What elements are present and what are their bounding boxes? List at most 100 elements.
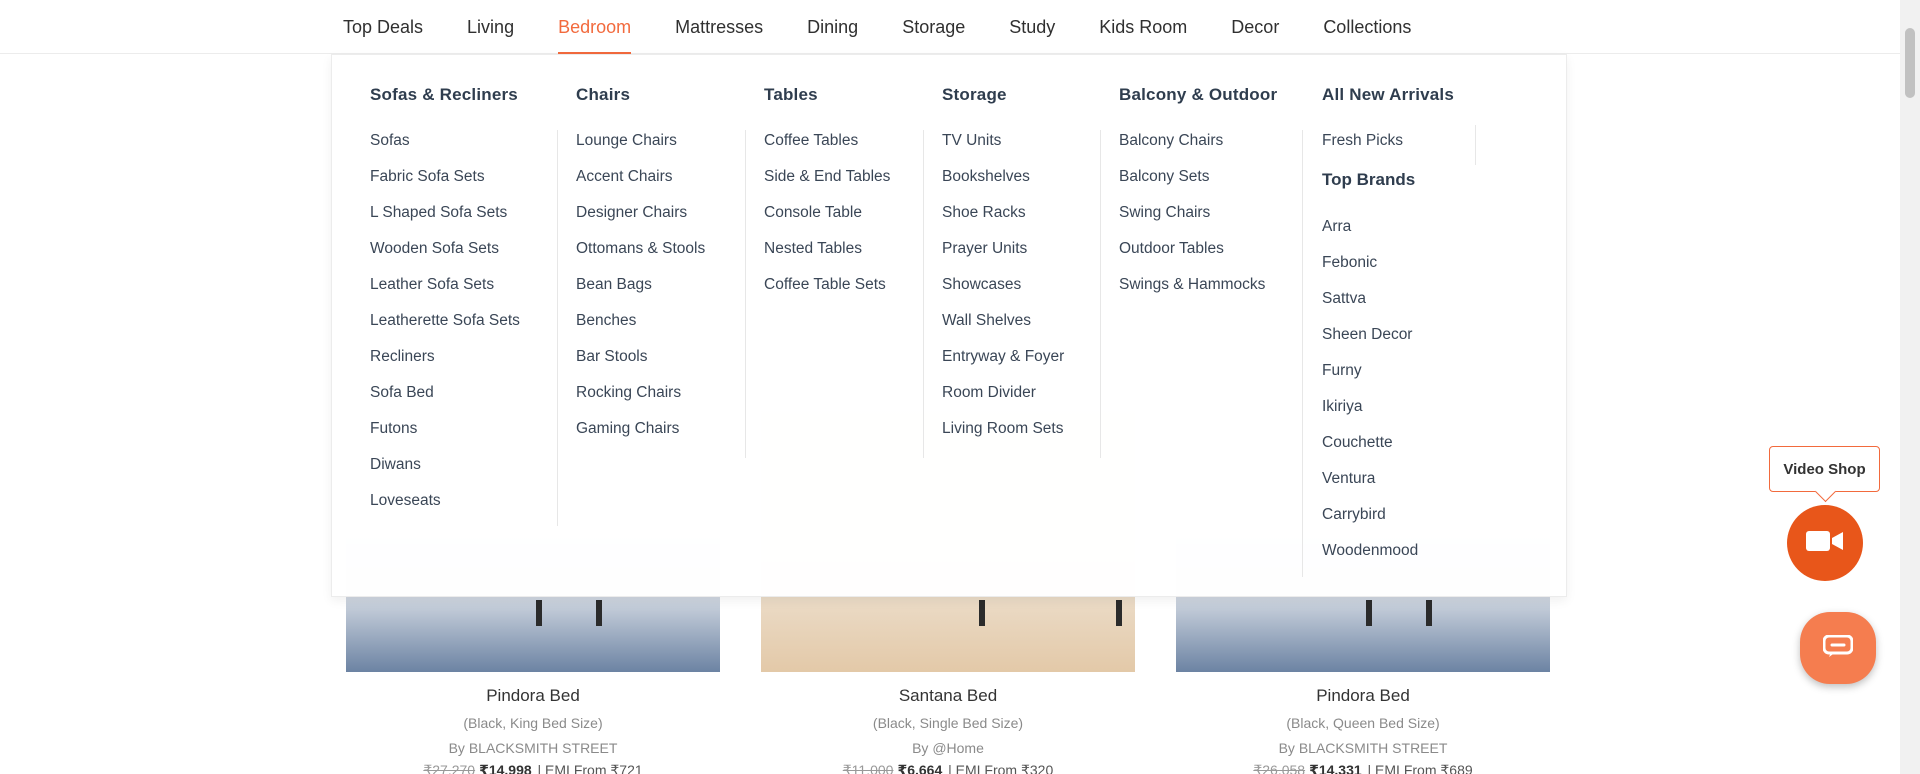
menu-link[interactable]: Room Divider [942,384,1064,420]
menu-link[interactable]: Loveseats [370,492,520,528]
nav-item-collections[interactable]: Collections [1301,0,1433,54]
product-name[interactable]: Santana Bed [761,686,1135,706]
emi-text: | EMI From ₹689 [1367,762,1473,774]
column-heading[interactable]: Chairs [576,85,630,105]
brand-link[interactable]: Sheen Decor [1322,326,1418,362]
brand-link[interactable]: Furny [1322,362,1418,398]
menu-link[interactable]: Sofas [370,132,520,168]
product-price: ₹27,270 ₹14,998 | EMI From ₹721 [346,762,720,774]
video-shop-button[interactable] [1787,505,1863,581]
product-price: ₹26,058 ₹14,331 | EMI From ₹689 [1176,762,1550,774]
mega-menu-flyout: Sofas & Recliners Sofas Fabric Sofa Sets… [331,54,1567,597]
price-original: ₹27,270 [423,762,476,774]
brand-link[interactable]: Carrybird [1322,506,1418,542]
chat-icon [1822,634,1854,662]
column-list: TV Units Bookshelves Shoe Racks Prayer U… [942,132,1064,456]
menu-link[interactable]: L Shaped Sofa Sets [370,204,520,240]
menu-link[interactable]: Fresh Picks [1322,132,1403,168]
column-divider [923,130,924,458]
menu-link[interactable]: Swing Chairs [1119,204,1265,240]
menu-link[interactable]: Futons [370,420,520,456]
nav-item-kids-room[interactable]: Kids Room [1077,0,1209,54]
menu-link[interactable]: Living Room Sets [942,420,1064,456]
menu-link[interactable]: Console Table [764,204,890,240]
nav-item-mattresses[interactable]: Mattresses [653,0,785,54]
menu-link[interactable]: Side & End Tables [764,168,890,204]
menu-link[interactable]: Coffee Table Sets [764,276,890,312]
menu-link[interactable]: Balcony Sets [1119,168,1265,204]
scrollbar-thumb[interactable] [1905,28,1915,98]
brand-link[interactable]: Couchette [1322,434,1418,470]
top-brands-heading[interactable]: Top Brands [1322,170,1415,190]
menu-link[interactable]: Bean Bags [576,276,705,312]
brand-link[interactable]: Sattva [1322,290,1418,326]
brand-link[interactable]: Ikiriya [1322,398,1418,434]
menu-link[interactable]: Rocking Chairs [576,384,705,420]
menu-link[interactable]: Lounge Chairs [576,132,705,168]
brand-list: Arra Febonic Sattva Sheen Decor Furny Ik… [1322,218,1418,578]
product-price: ₹11,000 ₹6,664 | EMI From ₹320 [761,762,1135,774]
menu-link[interactable]: Wooden Sofa Sets [370,240,520,276]
menu-link[interactable]: Sofa Bed [370,384,520,420]
menu-link[interactable]: Coffee Tables [764,132,890,168]
column-list: Coffee Tables Side & End Tables Console … [764,132,890,312]
product-name[interactable]: Pindora Bed [346,686,720,706]
column-list: Balcony Chairs Balcony Sets Swing Chairs… [1119,132,1265,312]
menu-link[interactable]: Accent Chairs [576,168,705,204]
menu-link[interactable]: Bar Stools [576,348,705,384]
brand-link[interactable]: Ventura [1322,470,1418,506]
column-heading[interactable]: Sofas & Recliners [370,85,518,105]
product-variant: (Black, Single Bed Size) [872,715,1024,731]
menu-link[interactable]: Designer Chairs [576,204,705,240]
menu-link[interactable]: Outdoor Tables [1119,240,1265,276]
menu-link[interactable]: Entryway & Foyer [942,348,1064,384]
brand-link[interactable]: Febonic [1322,254,1418,290]
menu-link[interactable]: Swings & Hammocks [1119,276,1265,312]
menu-link[interactable]: Diwans [370,456,520,492]
menu-link[interactable]: Benches [576,312,705,348]
product-brand: By BLACKSMITH STREET [1278,740,1448,756]
column-list: Lounge Chairs Accent Chairs Designer Cha… [576,132,705,456]
brand-link[interactable]: Arra [1322,218,1418,254]
product-variant: (Black, King Bed Size) [463,715,603,731]
menu-link[interactable]: Balcony Chairs [1119,132,1265,168]
nav-item-living[interactable]: Living [445,0,536,54]
menu-link[interactable]: Prayer Units [942,240,1064,276]
menu-link[interactable]: Shoe Racks [942,204,1064,240]
menu-link[interactable]: Showcases [942,276,1064,312]
price-sale: ₹14,998 [479,762,532,774]
column-list: Fresh Picks [1322,132,1403,168]
product-name[interactable]: Pindora Bed [1176,686,1550,706]
column-heading[interactable]: Balcony & Outdoor [1119,85,1277,105]
emi-text: | EMI From ₹721 [537,762,643,774]
product-brand: By @Home [912,740,984,756]
nav-item-study[interactable]: Study [987,0,1077,54]
page-scrollbar[interactable] [1900,0,1920,774]
nav-item-storage[interactable]: Storage [880,0,987,54]
menu-link[interactable]: Leather Sofa Sets [370,276,520,312]
menu-link[interactable]: TV Units [942,132,1064,168]
column-heading[interactable]: Storage [942,85,1007,105]
menu-link[interactable]: Leatherette Sofa Sets [370,312,520,348]
column-heading[interactable]: Tables [764,85,818,105]
price-original: ₹11,000 [842,762,894,774]
video-camera-icon [1806,529,1844,558]
chat-button[interactable] [1800,612,1876,684]
column-divider [557,130,558,526]
menu-link[interactable]: Gaming Chairs [576,420,705,456]
column-divider [1475,125,1476,165]
nav-item-bedroom[interactable]: Bedroom [536,0,653,54]
menu-link[interactable]: Recliners [370,348,520,384]
nav-item-top-deals[interactable]: Top Deals [331,0,445,54]
menu-link[interactable]: Nested Tables [764,240,890,276]
column-divider [745,130,746,458]
brand-link[interactable]: Woodenmood [1322,542,1418,578]
menu-link[interactable]: Bookshelves [942,168,1064,204]
video-shop-tooltip[interactable]: Video Shop [1769,446,1880,492]
nav-item-dining[interactable]: Dining [785,0,880,54]
menu-link[interactable]: Ottomans & Stools [576,240,705,276]
menu-link[interactable]: Wall Shelves [942,312,1064,348]
column-heading[interactable]: All New Arrivals [1322,85,1454,105]
nav-item-decor[interactable]: Decor [1209,0,1301,54]
menu-link[interactable]: Fabric Sofa Sets [370,168,520,204]
